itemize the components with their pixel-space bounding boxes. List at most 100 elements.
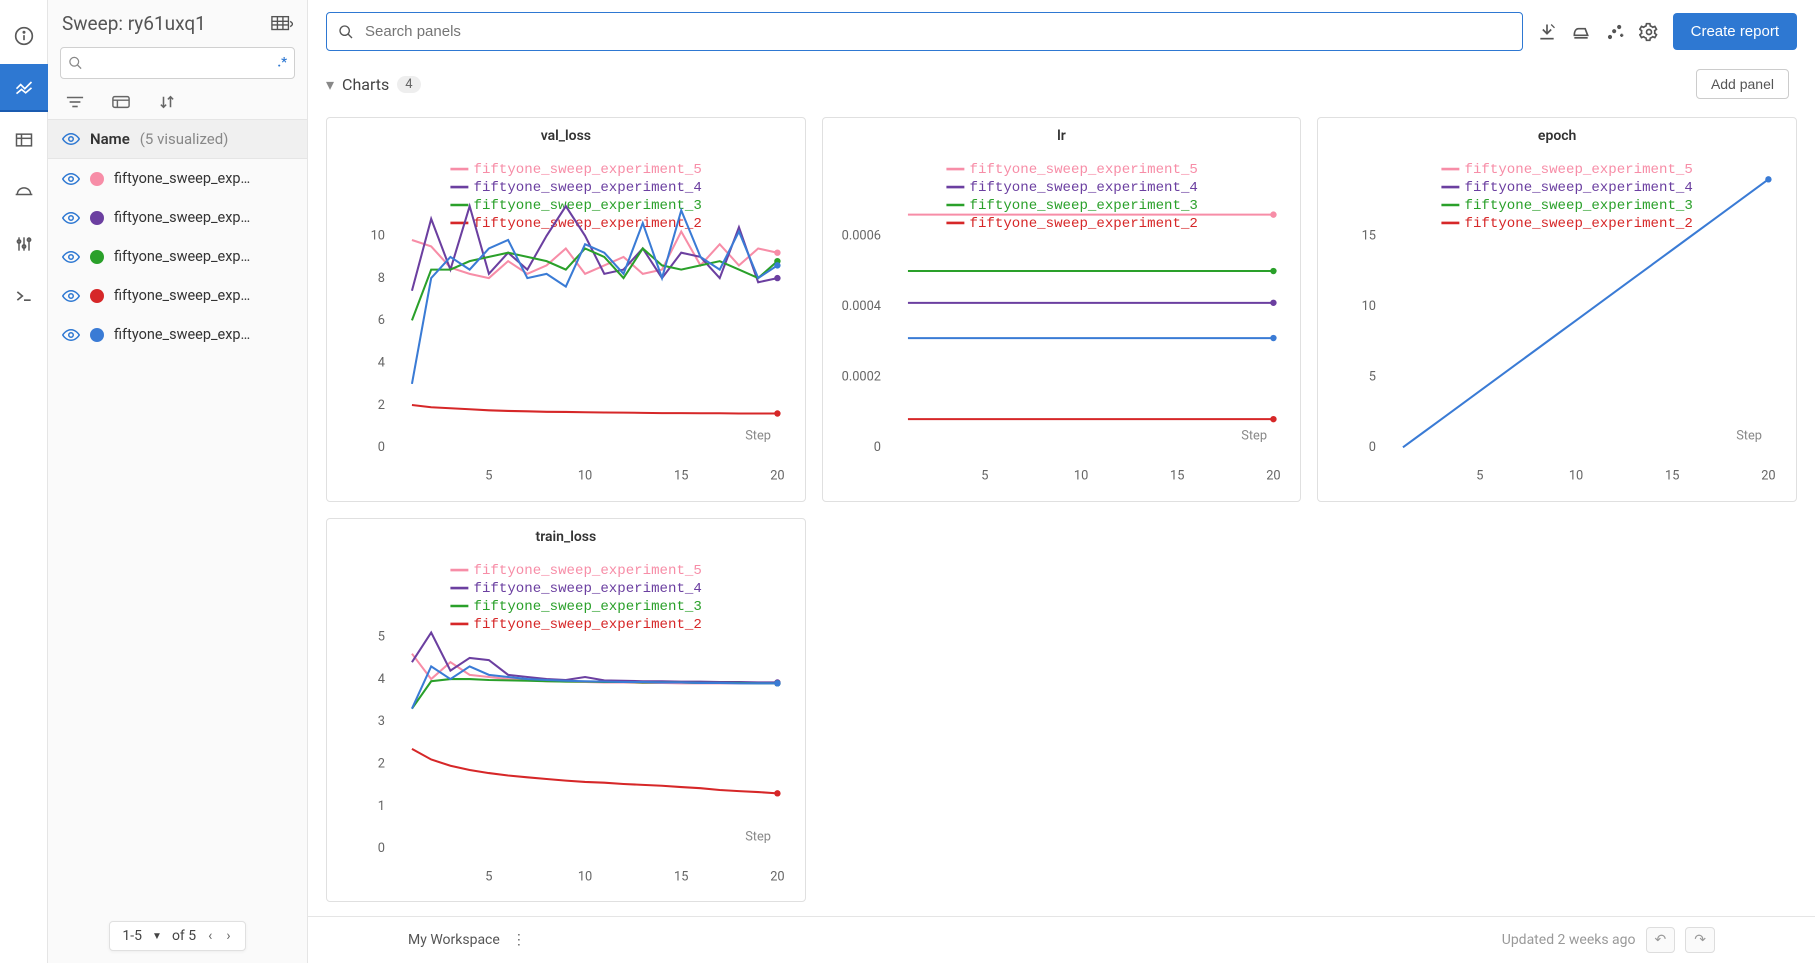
grid-view-icon[interactable]: [271, 15, 293, 33]
svg-text:20: 20: [770, 869, 784, 884]
svg-text:20: 20: [1266, 468, 1280, 483]
svg-text:fiftyone_sweep_experiment_4: fiftyone_sweep_experiment_4: [969, 180, 1197, 196]
workspace-name[interactable]: My Workspace: [408, 932, 500, 948]
svg-text:fiftyone_sweep_experiment_2: fiftyone_sweep_experiment_2: [1465, 216, 1693, 232]
svg-text:0: 0: [873, 440, 880, 455]
search-icon: [68, 56, 83, 71]
svg-text:20: 20: [1762, 468, 1776, 483]
svg-text:fiftyone_sweep_experiment_3: fiftyone_sweep_experiment_3: [473, 598, 701, 614]
eye-icon[interactable]: [62, 289, 80, 303]
svg-text:fiftyone_sweep_experiment_5: fiftyone_sweep_experiment_5: [473, 162, 701, 178]
run-color-dot: [90, 172, 104, 186]
svg-text:0.0006: 0.0006: [841, 229, 880, 244]
sort-icon[interactable]: [158, 95, 176, 109]
runs-header-name: Name: [90, 130, 130, 148]
pager: 1-5 ▼ of 5 ‹ ›: [109, 921, 245, 951]
eye-icon: [62, 132, 80, 146]
svg-text:5: 5: [1477, 468, 1484, 483]
runs-header[interactable]: Name (5 visualized): [48, 119, 307, 159]
run-name: fiftyone_sweep_exp…: [114, 170, 250, 187]
svg-text:15: 15: [674, 869, 688, 884]
svg-text:4: 4: [378, 671, 385, 686]
gear-icon[interactable]: [1639, 22, 1659, 42]
svg-text:10: 10: [578, 869, 592, 884]
section-count: 4: [397, 76, 420, 93]
svg-text:10: 10: [1569, 468, 1583, 483]
svg-text:fiftyone_sweep_experiment_4: fiftyone_sweep_experiment_4: [1465, 180, 1693, 196]
rail-hat-icon[interactable]: [0, 168, 48, 216]
svg-text:0: 0: [1369, 440, 1376, 455]
svg-text:0: 0: [378, 841, 385, 856]
svg-text:20: 20: [770, 468, 784, 483]
run-name: fiftyone_sweep_exp…: [114, 287, 250, 304]
svg-text:1: 1: [378, 798, 385, 813]
run-color-dot: [90, 211, 104, 225]
workspace-menu-icon[interactable]: ⋮: [506, 932, 532, 948]
run-item[interactable]: fiftyone_sweep_exp…: [48, 159, 307, 198]
pager-prev[interactable]: ‹: [206, 928, 214, 944]
svg-text:Step: Step: [745, 829, 771, 844]
group-icon[interactable]: [112, 95, 130, 109]
svg-text:15: 15: [674, 468, 688, 483]
eye-icon[interactable]: [62, 250, 80, 264]
svg-text:0.0002: 0.0002: [841, 370, 880, 385]
rail-table-icon[interactable]: [0, 116, 48, 164]
create-report-button[interactable]: Create report: [1673, 13, 1797, 50]
run-item[interactable]: fiftyone_sweep_exp…: [48, 237, 307, 276]
chart-panel[interactable]: val_loss fiftyone_sweep_experiment_5fifty…: [326, 117, 806, 502]
pager-of: of 5: [172, 928, 196, 944]
svg-text:fiftyone_sweep_experiment_5: fiftyone_sweep_experiment_5: [1465, 162, 1693, 178]
add-panel-button[interactable]: Add panel: [1696, 69, 1789, 99]
svg-text:fiftyone_sweep_experiment_4: fiftyone_sweep_experiment_4: [473, 180, 701, 196]
panels-search-input[interactable]: [326, 12, 1523, 51]
eye-icon[interactable]: [62, 328, 80, 342]
svg-text:5: 5: [981, 468, 988, 483]
charts-grid: val_lossfiftyone_sweep_experiment_5fifty…: [308, 103, 1815, 916]
chart-panel[interactable]: epochfiftyone_sweep_experiment_5fiftyone…: [1317, 117, 1797, 502]
rail-terminal-icon[interactable]: [0, 272, 48, 320]
svg-text:0.0004: 0.0004: [841, 299, 880, 314]
dropdown-caret-icon[interactable]: ▼: [152, 931, 162, 942]
run-color-dot: [90, 328, 104, 342]
undo-button[interactable]: ↶: [1646, 927, 1676, 953]
rail-charts-icon[interactable]: [0, 64, 48, 112]
svg-text:fiftyone_sweep_experiment_5: fiftyone_sweep_experiment_5: [473, 562, 701, 578]
svg-text:15: 15: [1665, 468, 1679, 483]
rail-sliders-icon[interactable]: [0, 220, 48, 268]
svg-text:15: 15: [1362, 229, 1376, 244]
panel-title: val_loss: [335, 128, 797, 144]
pager-range[interactable]: 1-5: [122, 928, 142, 944]
chart-panel[interactable]: lrfiftyone_sweep_experiment_5fiftyone_sw…: [822, 117, 1302, 502]
footer: My Workspace ⋮ Updated 2 weeks ago ↶ ↷: [308, 916, 1815, 963]
svg-text:15: 15: [1170, 468, 1184, 483]
eye-icon[interactable]: [62, 211, 80, 225]
svg-text:5: 5: [1369, 370, 1376, 385]
export-icon[interactable]: [1537, 22, 1557, 42]
svg-text:fiftyone_sweep_experiment_4: fiftyone_sweep_experiment_4: [473, 580, 701, 596]
run-item[interactable]: fiftyone_sweep_exp…: [48, 315, 307, 354]
svg-text:Step: Step: [1737, 429, 1763, 444]
redo-button[interactable]: ↷: [1685, 927, 1715, 953]
eye-icon[interactable]: [62, 172, 80, 186]
run-item[interactable]: fiftyone_sweep_exp…: [48, 276, 307, 315]
scatter-icon[interactable]: [1605, 22, 1625, 42]
topbar: Create report: [308, 0, 1815, 63]
runs-search-input[interactable]: [60, 47, 295, 79]
section-caret-icon[interactable]: ▾: [326, 75, 334, 94]
svg-text:10: 10: [371, 229, 385, 244]
svg-text:3: 3: [378, 714, 385, 729]
pager-next[interactable]: ›: [224, 928, 232, 944]
regex-toggle[interactable]: .*: [277, 56, 287, 71]
runs-header-count: (5 visualized): [140, 130, 229, 148]
svg-text:4: 4: [378, 356, 385, 371]
svg-text:10: 10: [1074, 468, 1088, 483]
chart-panel[interactable]: train_lossfiftyone_sweep_experiment_5fif…: [326, 518, 806, 903]
iron-icon[interactable]: [1571, 22, 1591, 42]
filter-icon[interactable]: [66, 95, 84, 109]
svg-text:5: 5: [485, 869, 492, 884]
run-name: fiftyone_sweep_exp…: [114, 248, 250, 265]
rail-info-icon[interactable]: [0, 12, 48, 60]
updated-text: Updated 2 weeks ago: [1502, 932, 1636, 948]
svg-text:fiftyone_sweep_experiment_2: fiftyone_sweep_experiment_2: [969, 216, 1197, 232]
run-item[interactable]: fiftyone_sweep_exp…: [48, 198, 307, 237]
